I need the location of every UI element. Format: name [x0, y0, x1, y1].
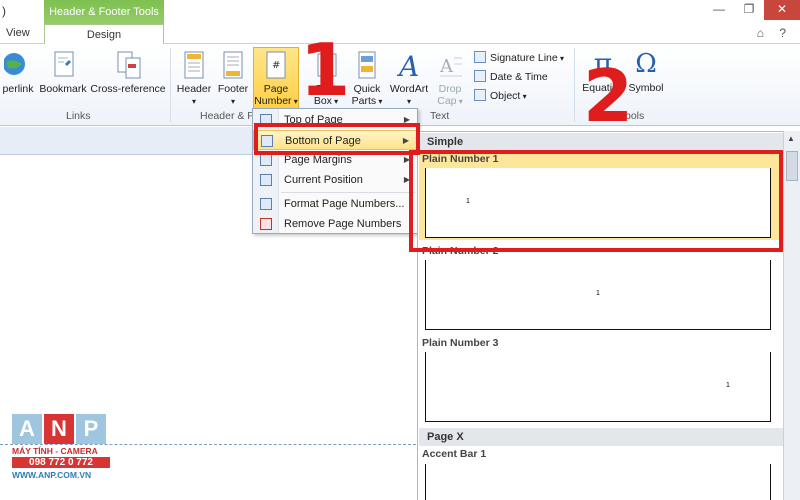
scroll-up-icon[interactable]: ▲: [787, 134, 795, 143]
watermark-letter: A: [12, 414, 42, 444]
date-time-button[interactable]: Date & Time: [474, 69, 548, 85]
quick-parts-icon: [353, 50, 381, 80]
group-label-text: Text: [430, 110, 450, 122]
gallery-item-plain-number-3[interactable]: 1: [425, 352, 771, 422]
help-icon[interactable]: ⌂ ?: [757, 26, 792, 40]
menu-item-label: Current Position: [284, 174, 363, 186]
object-label: Object: [490, 90, 521, 102]
wordart-button[interactable]: A WordArt ▾: [386, 50, 432, 108]
drop-cap-button[interactable]: A Drop Cap ▾: [432, 50, 468, 108]
footer-label: Footer: [217, 83, 249, 95]
menu-separator: [281, 192, 415, 193]
gallery-section-page-x: Page X: [419, 428, 783, 446]
hyperlink-label: perlink: [2, 83, 34, 95]
cross-reference-button[interactable]: Cross-reference: [90, 50, 166, 95]
footer-icon: [219, 50, 247, 80]
menu-item-label: Remove Page Numbers: [284, 218, 402, 230]
signature-line-button[interactable]: Signature Line ▾: [474, 50, 564, 66]
header-label: Header: [176, 83, 212, 95]
watermark-letter: N: [44, 414, 74, 444]
watermark-letter: P: [76, 414, 106, 444]
bookmark-icon: [49, 50, 77, 80]
contextual-title: Header & Footer Tools: [49, 6, 159, 18]
menu-item-remove-page-numbers[interactable]: Remove Page Numbers: [253, 214, 417, 234]
svg-text:A: A: [439, 56, 454, 77]
scrollbar-thumb[interactable]: [786, 151, 798, 181]
annotation-box-step-2: [409, 150, 783, 252]
group-label-header-footer: Header & F: [200, 110, 254, 122]
watermark-site: WWW.ANP.COM.VN: [12, 470, 92, 480]
gallery-item-accent-bar-1[interactable]: [425, 464, 771, 500]
minimize-button[interactable]: —: [704, 0, 734, 20]
group-separator: [170, 48, 171, 122]
annotation-box-step-1: [254, 123, 420, 155]
cross-reference-label: Cross-reference: [90, 83, 166, 95]
bookmark-button[interactable]: Bookmark: [38, 50, 88, 95]
footer-button[interactable]: Footer ▾: [214, 50, 252, 108]
symbol-label: Symbol: [628, 82, 664, 94]
page-number-label-1: Page: [263, 83, 289, 95]
watermark-phone: 098 772 0 772: [12, 457, 110, 468]
date-time-label: Date & Time: [490, 71, 548, 83]
group-separator: [574, 48, 575, 122]
header-icon: [180, 50, 208, 80]
format-icon: [260, 198, 272, 210]
page-number-icon: #: [262, 50, 290, 80]
globe-icon: [3, 50, 32, 80]
remove-icon: [260, 218, 272, 230]
drop-cap-icon: A: [436, 50, 464, 80]
quick-parts-label-2: Parts: [351, 95, 377, 107]
close-button[interactable]: ✕: [764, 0, 800, 20]
drop-cap-label-1: Drop: [438, 83, 462, 95]
gallery-scrollbar[interactable]: ▲: [783, 131, 800, 500]
page-number-preview: 1: [726, 382, 730, 389]
annotation-step-1: 1: [300, 28, 351, 112]
watermark-tagline: MÁY TÍNH - CAMERA: [12, 446, 98, 456]
anp-watermark: A N P MÁY TÍNH - CAMERA 098 772 0 772 WW…: [12, 414, 110, 490]
calendar-icon: [474, 70, 486, 82]
drop-cap-label-2: Cap: [437, 95, 457, 107]
svg-text:#: #: [272, 60, 280, 71]
menu-item-current-position[interactable]: Current Position ▶: [253, 170, 417, 190]
gallery-item-title: Plain Number 3: [422, 337, 499, 349]
page-number-preview: 1: [596, 290, 600, 297]
menu-item-format-page-numbers[interactable]: Format Page Numbers...: [253, 194, 417, 214]
tab-view[interactable]: View: [6, 27, 30, 39]
title-fragment: ): [2, 4, 6, 18]
bookmark-label: Bookmark: [39, 83, 87, 95]
object-icon: [474, 89, 486, 101]
group-label-links: Links: [66, 110, 91, 122]
cross-reference-icon: [114, 50, 142, 80]
page-icon: [260, 154, 272, 166]
svg-text:A: A: [396, 50, 419, 80]
signature-line-icon: [474, 51, 486, 63]
object-button[interactable]: Object ▾: [474, 88, 527, 104]
window-controls: — ❐ ✕: [704, 0, 800, 22]
page-number-label-2: Number: [254, 95, 292, 107]
tab-design[interactable]: Design: [44, 24, 164, 45]
hyperlink-button[interactable]: perlink: [0, 50, 36, 95]
gallery-item-plain-number-2[interactable]: 1: [425, 260, 771, 330]
wordart-icon: A: [395, 50, 423, 83]
header-button[interactable]: Header ▾: [174, 50, 214, 108]
quick-parts-label-1: Quick: [353, 83, 381, 95]
signature-line-label: Signature Line: [490, 52, 558, 64]
restore-button[interactable]: ❐: [734, 0, 764, 20]
page-icon: [260, 174, 272, 186]
menu-item-label: Format Page Numbers...: [284, 198, 405, 210]
quick-parts-button[interactable]: Quick Parts ▾: [348, 50, 386, 108]
ribbon-tabs: View Design ⌂ ?: [0, 24, 800, 45]
annotation-step-2: 2: [583, 54, 634, 138]
gallery-item-title: Accent Bar 1: [422, 448, 487, 460]
wordart-label: WordArt: [389, 83, 429, 95]
page-number-button[interactable]: # Page Number ▾: [254, 50, 298, 108]
